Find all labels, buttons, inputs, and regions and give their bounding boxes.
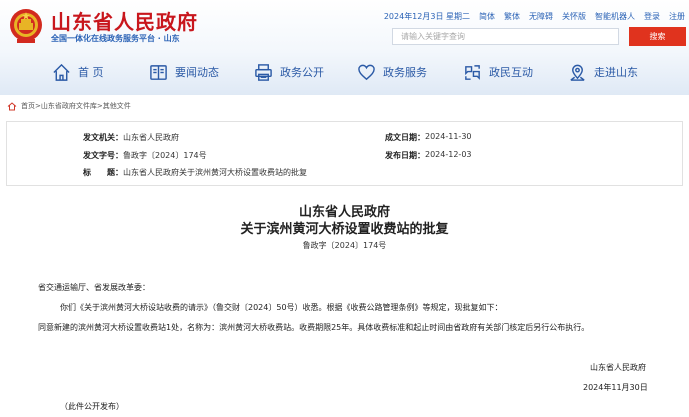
meta-created-label: 成文日期： xyxy=(385,133,425,142)
salutation: 省交通运输厅、省发展改革委： xyxy=(38,283,150,292)
nav-about-label: 走进山东 xyxy=(594,66,638,79)
site-header: 山东省人民政府 全国一体化在线政务服务平台 · 山东 2024年12月3日 星期… xyxy=(0,0,689,95)
footer-note: （此件公开发布） xyxy=(60,402,124,411)
nav-open-gov[interactable]: 政务公开 xyxy=(254,61,324,83)
document-title: 关于滨州黄河大桥设置收费站的批复 xyxy=(240,222,449,237)
nav-news[interactable]: 要闻动态 xyxy=(149,61,219,83)
meta-published-label: 发布日期： xyxy=(385,151,425,160)
paragraph-1: 你们《关于滨州黄河大桥设站收费的请示》（鲁交财〔2024〕50号）收悉。根据《收… xyxy=(60,303,503,312)
home-icon xyxy=(53,63,70,81)
link-robot[interactable]: 智能机器人 xyxy=(595,11,635,22)
nav-services[interactable]: 政务服务 xyxy=(357,61,427,83)
nav-services-label: 政务服务 xyxy=(383,66,427,79)
meta-issuer: 发文机关： 山东省人民政府 xyxy=(83,132,179,143)
meta-created-date: 成文日期： 2024-11-30 xyxy=(385,132,472,143)
meta-issuer-label: 发文机关： xyxy=(83,133,123,142)
signature-date: 2024年11月30日 xyxy=(583,383,648,392)
location-pin-icon xyxy=(570,64,585,81)
paragraph-2: 同意新建的滨州黄河大桥设置收费站1处，名称为：滨州黄河大桥收费站。收费期限25年… xyxy=(38,323,590,332)
meta-title: 标 题： 山东省人民政府关于滨州黄河大桥设置收费站的批复 xyxy=(83,167,307,178)
meta-issuer-value: 山东省人民政府 xyxy=(123,133,179,142)
document-number: 鲁政字〔2024〕174号 xyxy=(302,241,387,250)
heart-service-icon xyxy=(358,64,375,80)
nav-news-label: 要闻动态 xyxy=(175,66,219,79)
nav-home[interactable]: 首 页 xyxy=(52,61,104,83)
link-register[interactable]: 注册 xyxy=(669,11,685,22)
document-meta-table: 发文机关： 山东省人民政府 成文日期： 2024-11-30 发文字号： 鲁政字… xyxy=(6,121,683,186)
search-input[interactable] xyxy=(392,28,619,45)
news-book-icon xyxy=(150,64,167,80)
nav-home-label: 首 页 xyxy=(78,66,104,79)
meta-number-value: 鲁政字〔2024〕174号 xyxy=(123,151,207,160)
link-accessibility[interactable]: 无障碍 xyxy=(529,11,553,22)
meta-published-date: 发布日期： 2024-12-03 xyxy=(385,150,472,161)
nav-open-gov-label: 政务公开 xyxy=(280,66,324,79)
site-title[interactable]: 山东省人民政府 xyxy=(51,6,198,35)
link-simplified[interactable]: 简体 xyxy=(479,11,495,22)
meta-number-label: 发文字号： xyxy=(83,151,123,160)
top-links: 2024年12月3日 星期二 简体 繁体 无障碍 关怀版 智能机器人 登录 注册 xyxy=(384,11,685,22)
main-nav: 首 页 要闻动态 政务公开 政务服务 政民互动 走进山东 xyxy=(0,57,689,87)
search-button[interactable]: 搜索 xyxy=(629,27,686,46)
meta-title-label: 标 题： xyxy=(83,168,123,177)
site-subtitle: 全国一体化在线政务服务平台 · 山东 xyxy=(51,34,180,43)
interaction-icon xyxy=(465,64,480,80)
link-login[interactable]: 登录 xyxy=(644,11,660,22)
home-outline-icon[interactable] xyxy=(7,101,17,111)
meta-title-value: 山东省人民政府关于滨州黄河大桥设置收费站的批复 xyxy=(123,168,307,177)
nav-about-shandong[interactable]: 走进山东 xyxy=(568,61,638,83)
nav-interaction-label: 政民互动 xyxy=(489,66,533,79)
printer-icon xyxy=(255,63,272,81)
national-emblem-icon[interactable] xyxy=(9,8,43,44)
signature-org: 山东省人民政府 xyxy=(590,363,646,372)
breadcrumb: 首页>山东省政府文件库>其他文件 xyxy=(7,101,131,111)
meta-created-value: 2024-11-30 xyxy=(425,132,472,141)
breadcrumb-path[interactable]: 首页>山东省政府文件库>其他文件 xyxy=(21,101,131,111)
link-care-mode[interactable]: 关怀版 xyxy=(562,11,586,22)
meta-doc-number: 发文字号： 鲁政字〔2024〕174号 xyxy=(83,150,207,161)
nav-interaction[interactable]: 政民互动 xyxy=(463,61,533,83)
current-date: 2024年12月3日 星期二 xyxy=(383,12,470,21)
link-traditional[interactable]: 繁体 xyxy=(504,11,520,22)
meta-published-value: 2024-12-03 xyxy=(425,150,472,159)
